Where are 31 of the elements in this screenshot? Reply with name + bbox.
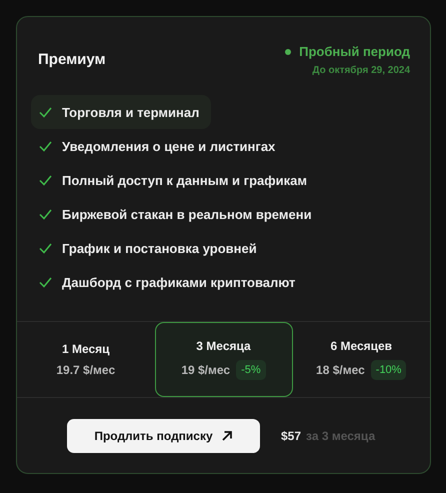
check-icon: [39, 242, 52, 254]
period-label: 1 Месяц: [62, 342, 110, 356]
feature-label: Полный доступ к данным и графикам: [62, 172, 307, 188]
check-icon: [39, 208, 52, 220]
check-icon: [39, 106, 52, 118]
period-label: 3 Месяца: [196, 339, 251, 353]
feature-label: Дашборд с графиками криптовалют: [62, 274, 296, 290]
period-option[interactable]: 3 Месяца 19 $/мес -5%: [154, 322, 292, 397]
trial-status: Пробный период: [299, 44, 410, 59]
check-icon: [39, 174, 52, 186]
trial-end-date: До октября 29, 2024: [312, 65, 410, 76]
discount-badge: -10%: [370, 360, 406, 380]
check-icon: [39, 140, 52, 152]
arrow-up-right-icon: [220, 430, 233, 442]
feature-label: Уведомления о цене и листингах: [62, 138, 276, 154]
status-dot: [285, 48, 292, 54]
total-price: $57: [281, 428, 302, 442]
period-price: 19.7 $/мес: [56, 363, 116, 377]
period-option[interactable]: 6 Месяцев 18 $/мес -10%: [292, 322, 430, 397]
period-option[interactable]: 1 Месяц 19.7 $/мес: [17, 322, 154, 397]
feature-label: Биржевой стакан в реальном времени: [62, 206, 312, 222]
discount-badge: -5%: [236, 360, 266, 380]
feature-label: Торговля и терминал: [62, 104, 200, 120]
renew-button[interactable]: Продлить подписку: [67, 418, 260, 452]
plan-title: Премиум: [38, 51, 106, 70]
check-icon: [39, 276, 52, 288]
total-period: за 3 месяца: [306, 428, 376, 442]
period-label: 6 Месяцев: [330, 339, 392, 353]
period-price: 19 $/мес: [181, 363, 230, 377]
period-price: 18 $/мес: [316, 363, 365, 377]
feature-label: График и постановка уровней: [62, 240, 257, 256]
